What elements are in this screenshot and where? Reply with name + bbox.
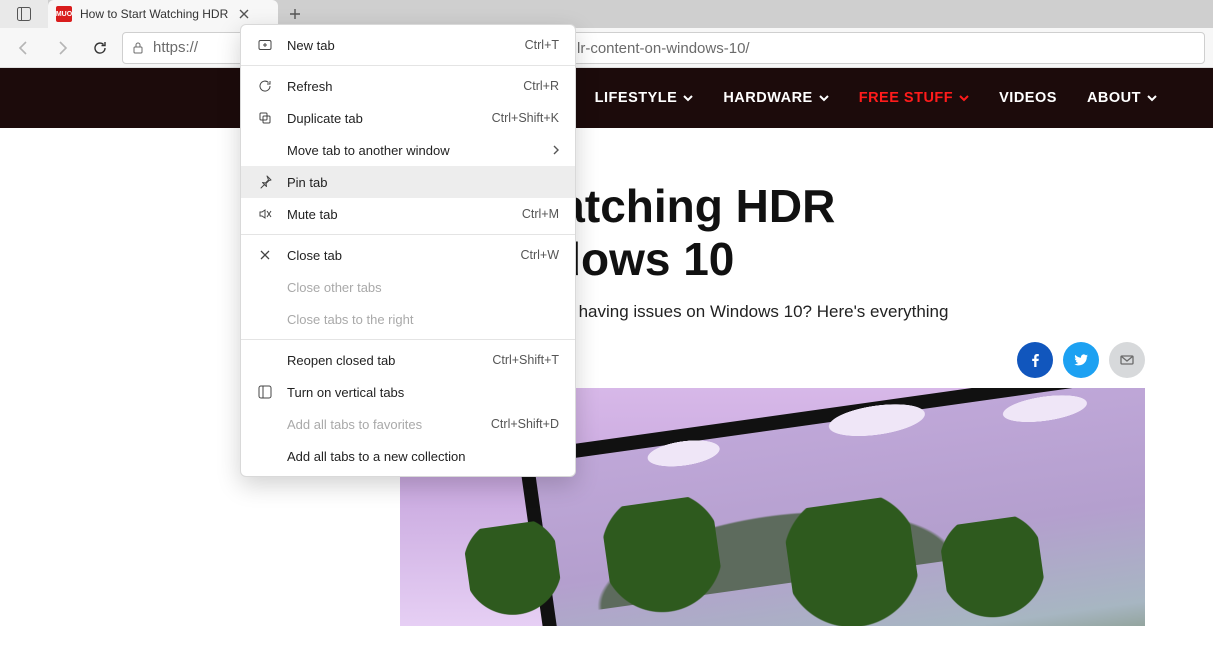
- tab-close-button[interactable]: [236, 6, 252, 22]
- ctx-shortcut: Ctrl+T: [525, 38, 559, 52]
- new-tab-icon: [258, 38, 272, 52]
- ctx-label: Add all tabs to a new collection: [287, 449, 559, 464]
- ctx-close-tabs-right: Close tabs to the right: [241, 303, 575, 335]
- lock-icon: [131, 41, 145, 55]
- ctx-close-tab[interactable]: Close tab Ctrl+W: [241, 239, 575, 271]
- ctx-reopen-closed-tab[interactable]: Reopen closed tab Ctrl+Shift+T: [241, 344, 575, 376]
- ctx-label: Refresh: [287, 79, 509, 94]
- plus-icon: [289, 8, 301, 20]
- chevron-right-icon: [551, 145, 561, 155]
- ctx-label: Turn on vertical tabs: [287, 385, 559, 400]
- ctx-shortcut: Ctrl+R: [523, 79, 559, 93]
- pin-icon: [258, 175, 272, 189]
- ctx-refresh[interactable]: Refresh Ctrl+R: [241, 70, 575, 102]
- ctx-label: Reopen closed tab: [287, 353, 478, 368]
- ctx-new-tab[interactable]: New tab Ctrl+T: [241, 29, 575, 61]
- back-button[interactable]: [8, 32, 40, 64]
- arrow-right-icon: [54, 40, 70, 56]
- ctx-separator: [241, 234, 575, 235]
- share-twitter-button[interactable]: [1063, 342, 1099, 378]
- browser-toolbar: https:// lr-content-on-windows-10/: [0, 28, 1213, 68]
- nav-label: ABOUT: [1087, 90, 1141, 106]
- tab-favicon-icon: MUO: [56, 6, 72, 22]
- ctx-label: New tab: [287, 38, 511, 53]
- refresh-icon: [92, 40, 108, 56]
- ctx-label: Pin tab: [287, 175, 559, 190]
- ctx-label: Duplicate tab: [287, 111, 478, 126]
- nav-label: FREE STUFF: [859, 90, 953, 106]
- vertical-tabs-icon: [258, 385, 272, 399]
- nav-item-about[interactable]: ABOUT: [1087, 90, 1157, 106]
- facebook-icon: [1028, 353, 1042, 367]
- close-icon: [239, 9, 249, 19]
- nav-item-videos[interactable]: VIDEOS: [999, 90, 1057, 106]
- ctx-shortcut: Ctrl+Shift+D: [491, 417, 559, 431]
- refresh-button[interactable]: [84, 32, 116, 64]
- ctx-label: Mute tab: [287, 207, 508, 222]
- ctx-pin-tab[interactable]: Pin tab: [241, 166, 575, 198]
- chevron-down-icon: [683, 93, 693, 103]
- nav-item-free-stuff[interactable]: FREE STUFF: [859, 90, 969, 106]
- forward-button[interactable]: [46, 32, 78, 64]
- ctx-close-other-tabs: Close other tabs: [241, 271, 575, 303]
- nav-label: HARDWARE: [723, 90, 812, 106]
- ctx-duplicate[interactable]: Duplicate tab Ctrl+Shift+K: [241, 102, 575, 134]
- email-icon: [1120, 353, 1134, 367]
- chevron-down-icon: [959, 93, 969, 103]
- tab-strip: MUO How to Start Watching HDR Con: [0, 0, 1213, 28]
- duplicate-icon: [258, 111, 272, 125]
- vertical-tabs-button[interactable]: [0, 0, 48, 28]
- share-facebook-button[interactable]: [1017, 342, 1053, 378]
- site-header-nav: MOBILE LIFESTYLE HARDWARE FREE STUFF VID…: [0, 68, 1213, 128]
- ctx-shortcut: Ctrl+Shift+T: [492, 353, 559, 367]
- ctx-label: Close other tabs: [287, 280, 559, 295]
- close-icon: [259, 249, 271, 261]
- ctx-add-all-favorites: Add all tabs to favorites Ctrl+Shift+D: [241, 408, 575, 440]
- nav-item-hardware[interactable]: HARDWARE: [723, 90, 828, 106]
- ctx-label: Add all tabs to favorites: [287, 417, 477, 432]
- chevron-down-icon: [819, 93, 829, 103]
- ctx-move-to-window[interactable]: Move tab to another window: [241, 134, 575, 166]
- ctx-vertical-tabs[interactable]: Turn on vertical tabs: [241, 376, 575, 408]
- ctx-shortcut: Ctrl+W: [520, 248, 559, 262]
- url-path-visible: lr-content-on-windows-10/: [577, 40, 750, 57]
- article-body: Start Watching HDR on Windows 10 vies an…: [0, 128, 1213, 626]
- chevron-down-icon: [1147, 93, 1157, 103]
- tab-title: How to Start Watching HDR Con: [80, 7, 228, 21]
- ctx-separator: [241, 339, 575, 340]
- nav-item-lifestyle[interactable]: LIFESTYLE: [595, 90, 694, 106]
- ctx-label: Close tabs to the right: [287, 312, 559, 327]
- ctx-shortcut: Ctrl+Shift+K: [492, 111, 559, 125]
- ctx-label: Move tab to another window: [287, 143, 559, 158]
- ctx-shortcut: Ctrl+M: [522, 207, 559, 221]
- tab-context-menu: New tab Ctrl+T Refresh Ctrl+R Duplicate …: [240, 24, 576, 477]
- ctx-separator: [241, 65, 575, 66]
- vertical-tabs-icon: [17, 7, 31, 21]
- mute-icon: [258, 207, 272, 221]
- url-protocol: https://: [153, 39, 198, 56]
- share-email-button[interactable]: [1109, 342, 1145, 378]
- ctx-label: Close tab: [287, 248, 506, 263]
- refresh-icon: [258, 79, 272, 93]
- nav-label: VIDEOS: [999, 90, 1057, 106]
- ctx-add-all-collection[interactable]: Add all tabs to a new collection: [241, 440, 575, 472]
- ctx-mute-tab[interactable]: Mute tab Ctrl+M: [241, 198, 575, 230]
- nav-label: LIFESTYLE: [595, 90, 678, 106]
- twitter-icon: [1074, 353, 1088, 367]
- arrow-left-icon: [16, 40, 32, 56]
